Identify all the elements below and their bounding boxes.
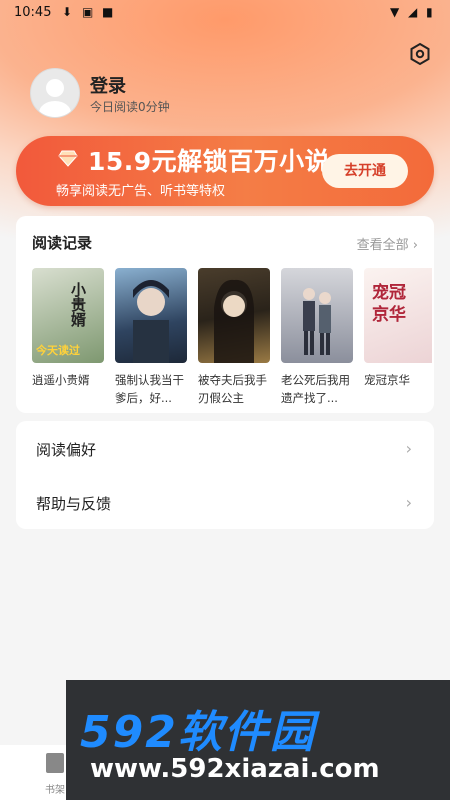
book-cover: 小贵婿 今天读过	[32, 268, 104, 363]
menu-item-label: 帮助与反馈	[36, 495, 112, 513]
book-title: 被夺夫后我手刃假公主	[198, 373, 267, 405]
avatar[interactable]	[30, 68, 80, 118]
black-square-icon: ■	[102, 5, 114, 19]
book-title: 逍遥小贵婿	[32, 373, 90, 387]
book-item[interactable]: 老公死后我用遗产找了...	[281, 268, 353, 407]
menu-item-reading-preferences[interactable]: 阅读偏好 ›	[16, 421, 434, 475]
reading-time-text: 今日阅读0分钟	[90, 100, 170, 114]
wifi-icon: ▼	[390, 5, 400, 19]
book-cover	[115, 268, 187, 363]
status-bar: 10:45 ⬇ ▣ ■ ▼ ◢ ▮	[0, 0, 450, 26]
book-item[interactable]: 宠冠京华 宠冠京华	[364, 268, 432, 389]
book-title: 宠冠京华	[364, 373, 410, 387]
cover-title-text: 宠冠京华	[372, 283, 406, 325]
menu-item-help-feedback[interactable]: 帮助与反馈 ›	[16, 475, 434, 529]
reading-history-card: 阅读记录 查看全部 › 小贵婿 今天读过 逍遥小贵婿 强制认我当干爹后，好...	[16, 216, 434, 413]
book-cover	[281, 268, 353, 363]
chevron-right-icon: ›	[405, 439, 412, 458]
cover-badge-text: 今天读过	[36, 344, 80, 357]
login-link[interactable]: 登录	[90, 72, 126, 98]
book-cover	[198, 268, 270, 363]
book-cover: 宠冠京华	[364, 268, 432, 363]
book-title: 老公死后我用遗产找了...	[281, 373, 350, 405]
book-title: 强制认我当干爹后，好...	[115, 373, 184, 405]
settings-menu-card: 阅读偏好 › 帮助与反馈 ›	[16, 421, 434, 529]
book-item[interactable]: 强制认我当干爹后，好...	[115, 268, 187, 407]
settings-icon[interactable]	[408, 42, 432, 66]
battery-icon: ▮	[426, 5, 433, 19]
reading-history-title: 阅读记录	[32, 234, 93, 252]
tab-bookshelf[interactable]: 书架	[45, 781, 65, 796]
watermark-overlay: 592软件园 www.592xiazai.com	[66, 680, 450, 800]
bookshelf-icon[interactable]	[46, 753, 64, 773]
chevron-right-icon: ›	[405, 493, 412, 512]
book-item[interactable]: 小贵婿 今天读过 逍遥小贵婿	[32, 268, 104, 389]
watermark-brand: 592软件园	[80, 707, 316, 758]
vip-description: 畅享阅读无广告、听书等特权	[56, 184, 226, 199]
menu-item-label: 阅读偏好	[36, 441, 97, 459]
book-item[interactable]: 被夺夫后我手刃假公主	[198, 268, 270, 407]
see-all-link[interactable]: 查看全部 ›	[357, 234, 418, 253]
cover-illustration	[133, 280, 169, 363]
book-list: 小贵婿 今天读过 逍遥小贵婿 强制认我当干爹后，好... 被夺夫后我手刃假公主 …	[32, 268, 432, 408]
vip-banner[interactable]: 15.9元解锁百万小说 畅享阅读无广告、听书等特权 去开通	[16, 136, 434, 206]
cover-illustration	[303, 288, 331, 355]
activate-vip-button[interactable]: 去开通	[322, 154, 408, 188]
status-time: 10:45	[14, 5, 52, 20]
watermark-url: www.592xiazai.com	[90, 754, 380, 784]
vip-price-text: 15.9元解锁百万小说	[88, 147, 331, 176]
cover-illustration	[214, 279, 254, 363]
diamond-icon	[58, 150, 78, 167]
bottom-tab-bar: 书架	[0, 745, 66, 800]
signal-icon: ◢	[408, 5, 418, 19]
cover-title-text: 小贵婿	[69, 282, 87, 327]
download-icon: ⬇	[62, 5, 73, 19]
default-avatar-icon	[39, 79, 71, 117]
app-notification-icon: ▣	[82, 5, 94, 19]
